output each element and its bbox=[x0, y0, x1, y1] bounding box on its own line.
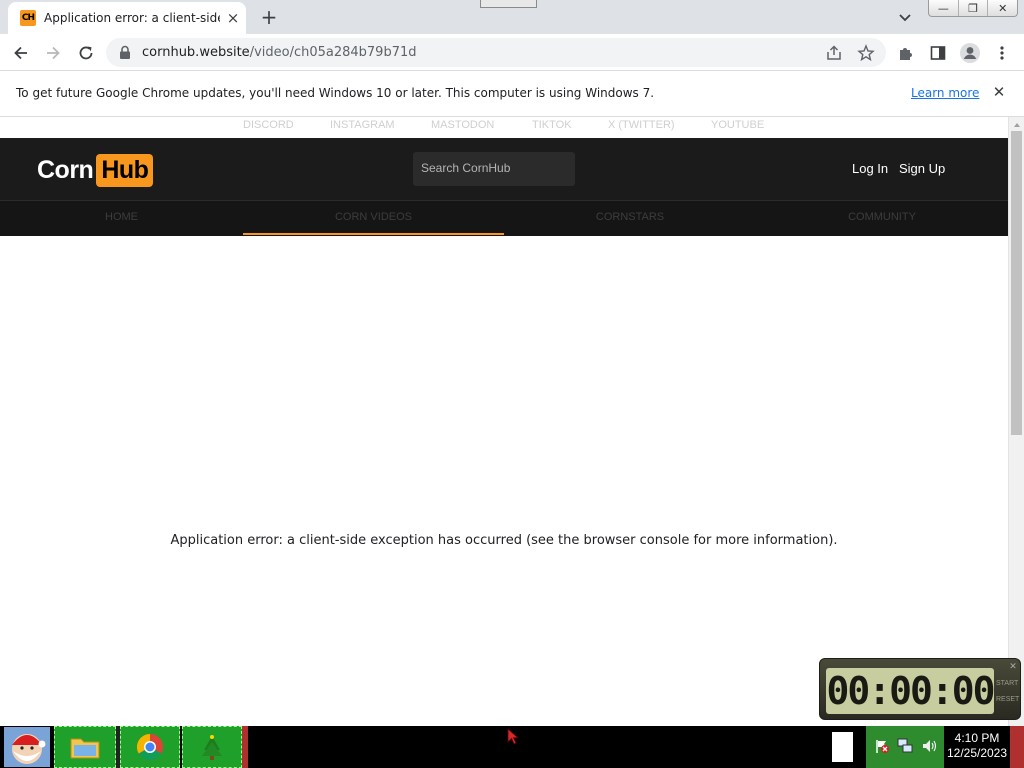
site-logo[interactable]: Corn Hub bbox=[37, 152, 154, 188]
start-button[interactable] bbox=[4, 727, 50, 767]
social-link-mastodon[interactable]: MASTODON bbox=[431, 119, 494, 131]
share-icon[interactable] bbox=[822, 41, 846, 65]
extensions-puzzle-icon[interactable] bbox=[894, 41, 918, 65]
timer-reset-button[interactable]: RESET bbox=[996, 693, 1019, 707]
logo-text-corn: Corn bbox=[37, 155, 94, 184]
search-input[interactable]: Search CornHub bbox=[413, 152, 575, 186]
social-link-x-twitter[interactable]: X (TWITTER) bbox=[608, 119, 675, 131]
url-text: cornhub.website/video/ch05a284b79b71d bbox=[142, 45, 417, 60]
url-path: /video/ch05a284b79b71d bbox=[249, 45, 417, 60]
taskbar-divider bbox=[242, 726, 248, 768]
nav-item-home[interactable]: HOME bbox=[0, 201, 243, 237]
login-link[interactable]: Log In bbox=[852, 161, 888, 176]
logo-text-hub: Hub bbox=[96, 153, 154, 187]
nav-item-community[interactable]: COMMUNITY bbox=[756, 201, 1008, 237]
profile-avatar-icon[interactable] bbox=[958, 41, 982, 65]
maximize-button[interactable]: ❐ bbox=[957, 0, 988, 16]
taskbar-clock-date[interactable]: 12/25/2023 bbox=[946, 746, 1008, 760]
favicon-icon: CH bbox=[20, 10, 36, 26]
taskbar-tree-app-button[interactable] bbox=[182, 726, 242, 768]
volume-icon[interactable] bbox=[920, 737, 938, 755]
active-nav-indicator bbox=[243, 233, 504, 235]
new-tab-button[interactable]: + bbox=[256, 5, 282, 29]
taskbar-explorer-button[interactable] bbox=[54, 726, 116, 768]
timer-display: 00:00:00 bbox=[826, 668, 994, 714]
timer-start-button[interactable]: START bbox=[996, 677, 1018, 691]
close-infobar-icon[interactable]: ✕ bbox=[990, 83, 1008, 101]
window-controls: — ❐ ✕ bbox=[928, 0, 1018, 17]
folder-icon bbox=[70, 738, 100, 759]
window-drag-handle[interactable] bbox=[480, 0, 537, 8]
url-host: cornhub.website bbox=[142, 45, 250, 60]
nav-item-corn-videos[interactable]: CORN VIDEOS bbox=[243, 201, 504, 237]
reload-button[interactable] bbox=[74, 41, 98, 65]
page-viewport: DISCORD INSTAGRAM MASTODON TIKTOK X (TWI… bbox=[0, 117, 1008, 726]
close-tab-icon[interactable]: × bbox=[224, 9, 242, 27]
learn-more-link[interactable]: Learn more bbox=[911, 86, 979, 100]
chevron-down-icon[interactable] bbox=[896, 8, 914, 26]
timer-close-icon[interactable]: ✕ bbox=[1008, 661, 1018, 671]
social-link-discord[interactable]: DISCORD bbox=[243, 119, 294, 131]
taskbar-blank-item[interactable] bbox=[832, 732, 853, 762]
christmas-tree-icon bbox=[202, 735, 222, 760]
stopwatch-widget[interactable]: 00:00:00 START RESET ✕ bbox=[819, 658, 1021, 720]
minimize-button[interactable]: — bbox=[929, 0, 958, 16]
bookmark-star-icon[interactable] bbox=[854, 41, 878, 65]
chrome-icon bbox=[136, 733, 164, 761]
address-bar[interactable]: cornhub.website/video/ch05a284b79b71d bbox=[106, 38, 886, 67]
action-center-flag-icon[interactable] bbox=[874, 738, 890, 754]
nav-item-cornstars[interactable]: CORNSTARS bbox=[504, 201, 756, 237]
scroll-up-arrow-icon[interactable] bbox=[1009, 117, 1024, 131]
vertical-scrollbar[interactable] bbox=[1008, 117, 1024, 726]
mouse-cursor-icon bbox=[507, 728, 521, 746]
back-button[interactable] bbox=[9, 41, 33, 65]
forward-button[interactable] bbox=[41, 41, 65, 65]
social-link-instagram[interactable]: INSTAGRAM bbox=[330, 119, 395, 131]
signup-link[interactable]: Sign Up bbox=[899, 161, 945, 176]
application-error-message: Application error: a client-side excepti… bbox=[170, 533, 838, 548]
system-tray bbox=[866, 726, 944, 768]
close-window-button[interactable]: ✕ bbox=[987, 0, 1017, 16]
scrollbar-thumb[interactable] bbox=[1011, 131, 1022, 435]
browser-tab[interactable]: CH Application error: a client-side exce… bbox=[8, 2, 246, 34]
taskbar-chrome-button[interactable] bbox=[120, 726, 180, 768]
social-link-tiktok[interactable]: TIKTOK bbox=[532, 119, 572, 131]
side-panel-icon[interactable] bbox=[926, 41, 950, 65]
tab-strip: CH Application error: a client-side exce… bbox=[0, 0, 1024, 34]
infobar-message: To get future Google Chrome updates, you… bbox=[16, 86, 655, 100]
update-infobar: To get future Google Chrome updates, you… bbox=[0, 71, 1024, 117]
social-links-bar: DISCORD INSTAGRAM MASTODON TIKTOK X (TWI… bbox=[0, 117, 1008, 138]
lock-icon[interactable] bbox=[118, 45, 132, 60]
show-desktop-button[interactable] bbox=[1010, 726, 1024, 768]
menu-kebab-icon[interactable] bbox=[990, 41, 1014, 65]
taskbar-clock-time[interactable]: 4:10 PM bbox=[946, 731, 1008, 745]
site-nav: HOME CORN VIDEOS CORNSTARS COMMUNITY bbox=[0, 200, 1008, 236]
search-placeholder: Search CornHub bbox=[421, 161, 511, 175]
network-icon[interactable] bbox=[896, 737, 914, 755]
social-link-youtube[interactable]: YOUTUBE bbox=[711, 119, 764, 131]
browser-toolbar: cornhub.website/video/ch05a284b79b71d bbox=[0, 34, 1024, 71]
tab-title: Application error: a client-side excepti… bbox=[44, 11, 220, 25]
site-header: Corn Hub Search CornHub Log In Sign Up bbox=[0, 138, 1008, 200]
